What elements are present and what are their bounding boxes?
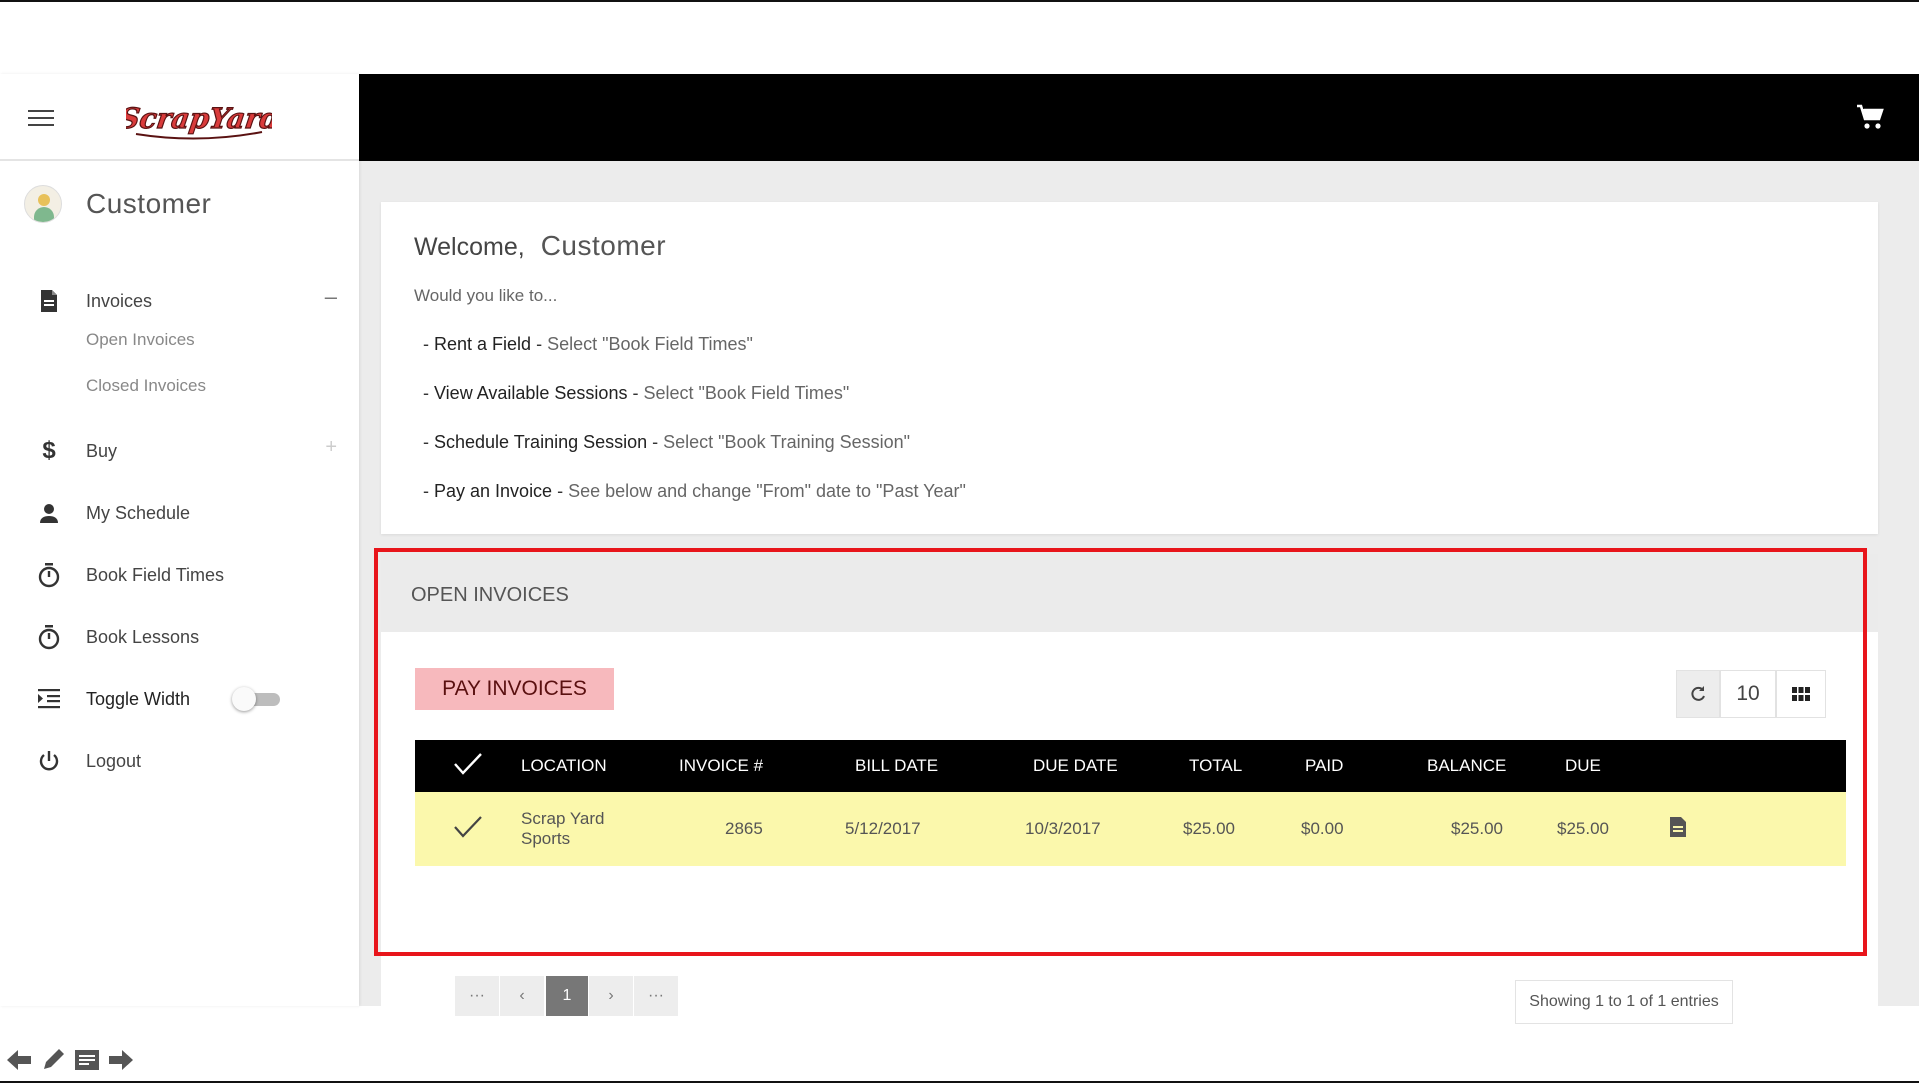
expand-icon[interactable]: + <box>325 436 337 459</box>
option-pay-invoice: - Pay an Invoice - See below and change … <box>423 481 966 501</box>
sidebar-item-label: Buy <box>86 440 118 461</box>
welcome-title: Welcome, Customer <box>414 230 666 262</box>
sidebar-item-logout[interactable]: Logout <box>36 746 141 776</box>
bottom-toolbar <box>0 1040 136 1080</box>
sidebar-item-label: Book Field Times <box>86 564 225 585</box>
sidebar-item-invoices[interactable]: Invoices <box>36 286 152 316</box>
pencil-icon[interactable] <box>38 1045 68 1075</box>
welcome-name: Customer <box>540 230 667 261</box>
sidebar-item-my-schedule[interactable]: My Schedule <box>36 498 190 528</box>
back-arrow-icon[interactable] <box>4 1045 34 1075</box>
first-page-button[interactable]: ··· <box>455 976 499 1016</box>
person-icon <box>36 500 62 526</box>
option-schedule-training: - Schedule Training Session - Select "Bo… <box>423 432 911 452</box>
indent-icon <box>36 686 62 712</box>
option-view-sessions: - View Available Sessions - Select "Book… <box>423 383 850 403</box>
avatar <box>24 185 62 223</box>
cart-icon[interactable] <box>1855 102 1885 132</box>
screen-top-border <box>0 0 1919 2</box>
sidebar-item-open-invoices[interactable]: Open Invoices <box>86 330 195 350</box>
hamburger-menu-icon[interactable] <box>28 110 54 128</box>
welcome-greeting: Welcome, <box>414 233 525 261</box>
sidebar-item-label: Toggle Width <box>86 688 191 709</box>
power-icon <box>36 748 62 774</box>
document-icon <box>36 288 62 314</box>
toggle-width-switch[interactable] <box>232 687 284 711</box>
sidebar-item-book-field-times[interactable]: Book Field Times <box>36 560 224 590</box>
sidebar-item-closed-invoices[interactable]: Closed Invoices <box>86 376 206 396</box>
notes-icon[interactable] <box>72 1045 102 1075</box>
sidebar-item-label: My Schedule <box>86 502 191 523</box>
showing-entries: Showing 1 to 1 of 1 entries <box>1515 980 1733 1024</box>
sidebar-item-label: Book Lessons <box>86 626 200 647</box>
sidebar-item-toggle-width[interactable]: Toggle Width <box>36 684 190 714</box>
last-page-button[interactable]: ··· <box>634 976 678 1016</box>
sidebar-header: ScrapYard <box>0 74 359 161</box>
welcome-card: Welcome, Customer Would you like to... - … <box>381 202 1878 534</box>
option-rent-field: - Rent a Field - Select "Book Field Time… <box>423 334 753 354</box>
sidebar-item-label: Invoices <box>86 290 153 311</box>
timer-icon <box>36 624 62 650</box>
prev-page-button[interactable]: ‹ <box>500 976 544 1016</box>
app-container: ScrapYard Customer Invoices – Open Invoi… <box>0 74 1919 1024</box>
page-1-button[interactable]: 1 <box>546 976 588 1016</box>
timer-icon <box>36 562 62 588</box>
top-bar <box>359 74 1919 161</box>
next-page-button[interactable]: › <box>589 976 633 1016</box>
user-name: Customer <box>86 188 212 219</box>
dollar-icon: $ <box>42 437 56 464</box>
collapse-icon[interactable]: – <box>325 284 337 310</box>
highlight-box <box>374 548 1867 956</box>
scrapyard-logo[interactable]: ScrapYard <box>126 94 272 144</box>
pagination: ··· ‹ 1 › ··· <box>455 976 679 1016</box>
forward-arrow-icon[interactable] <box>106 1045 136 1075</box>
welcome-question: Would you like to... <box>414 286 558 305</box>
svg-text:ScrapYard: ScrapYard <box>126 102 272 135</box>
user-profile[interactable]: Customer <box>24 184 211 224</box>
sidebar-item-book-lessons[interactable]: Book Lessons <box>36 622 199 652</box>
sidebar: ScrapYard Customer Invoices – Open Invoi… <box>0 74 359 1006</box>
sidebar-item-label: Logout <box>86 750 142 771</box>
sidebar-item-buy[interactable]: $ Buy <box>36 436 117 466</box>
